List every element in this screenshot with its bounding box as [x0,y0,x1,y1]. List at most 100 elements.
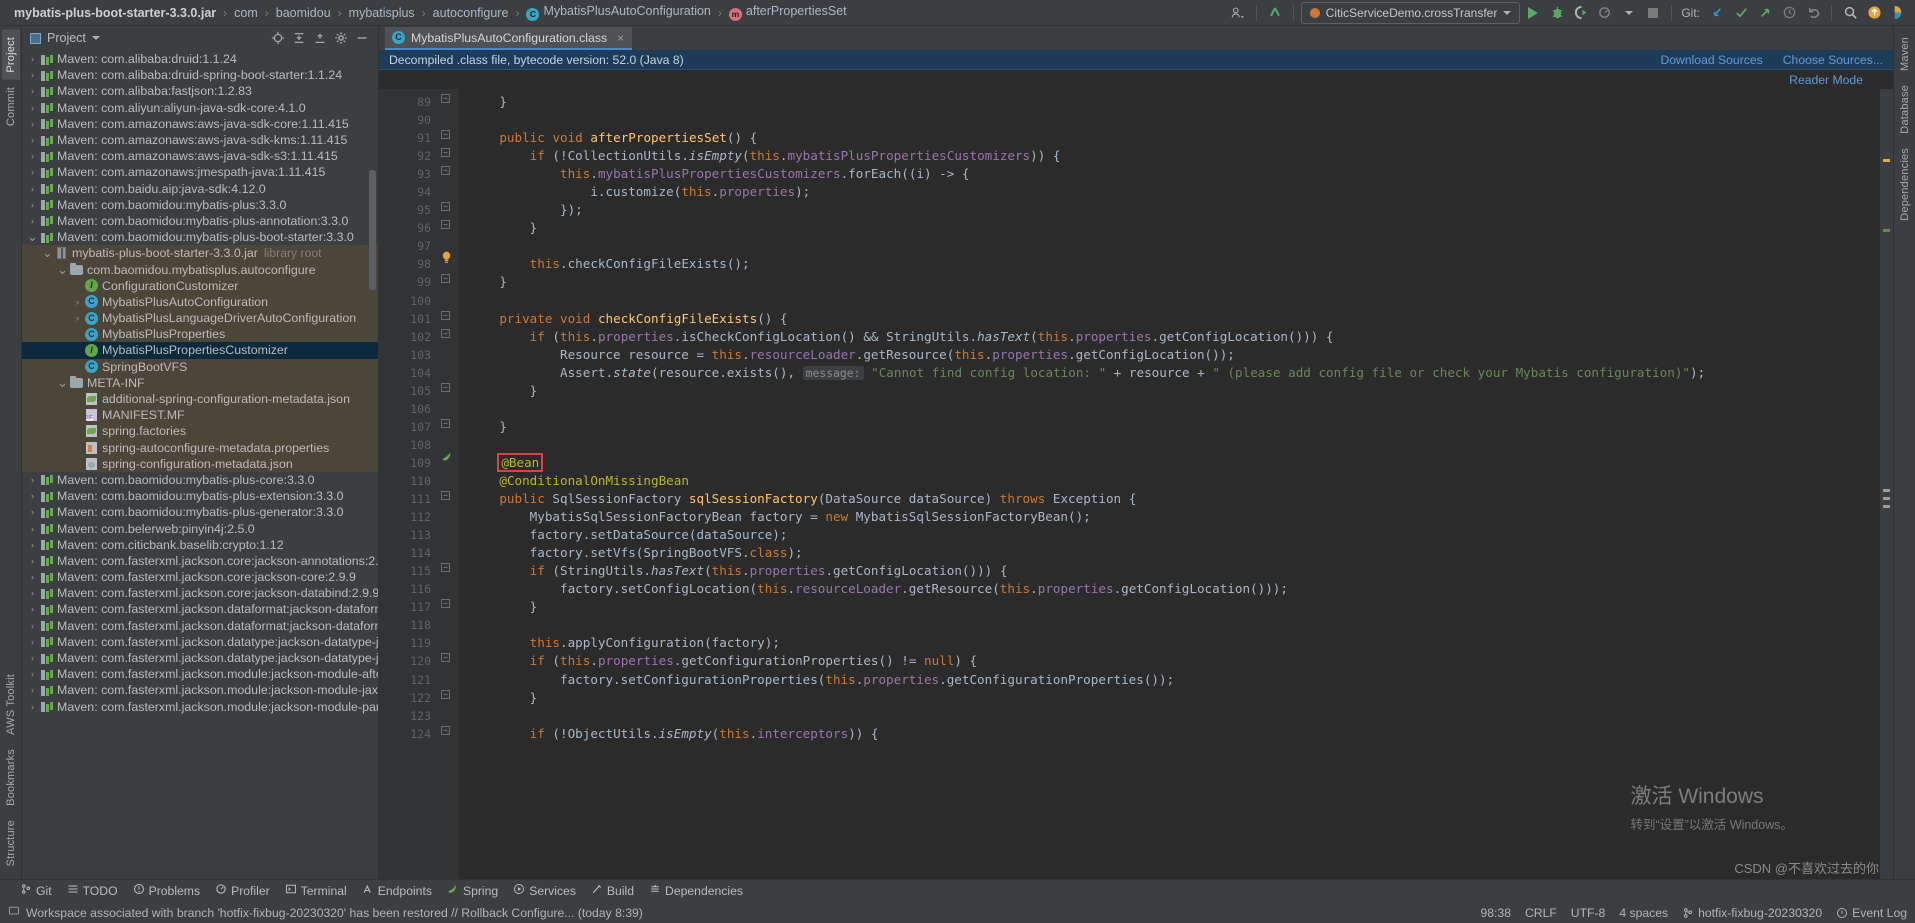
tree-row[interactable]: › Maven: com.baomidou:mybatis-plus-core:3… [22,472,378,488]
close-icon[interactable]: × [617,31,624,45]
code-line[interactable]: if (this.properties.getConfigurationProp… [459,652,1893,670]
chevron-right-icon[interactable]: › [26,540,39,550]
chevron-right-icon[interactable]: › [71,297,84,307]
fold-region[interactable] [437,251,459,269]
fold-toggle-icon[interactable]: − [441,382,450,392]
marker-stripe[interactable] [1880,89,1893,879]
fold-region[interactable] [437,504,459,522]
fold-toggle-icon[interactable]: − [441,148,450,158]
fold-region[interactable] [437,630,459,648]
code-line[interactable]: } [459,273,1893,291]
chevron-down-icon[interactable]: ⌄ [26,230,39,243]
tree-row[interactable]: ›CSpringBootVFS [22,358,378,375]
fold-region[interactable] [437,288,459,306]
fold-toggle-icon[interactable]: − [441,725,450,735]
sidebar-tab-maven[interactable]: Maven [1896,30,1914,78]
fold-region[interactable] [437,612,459,630]
caret-position[interactable]: 98:38 [1480,906,1511,920]
rollback-icon[interactable] [1802,2,1824,24]
run-configuration-selector[interactable]: CiticServiceDemo.crossTransfer [1300,1,1521,24]
run-with-coverage-icon[interactable] [1570,2,1592,24]
code-line[interactable]: } [459,382,1893,400]
sidebar-tab-bookmarks[interactable]: Bookmarks [2,742,20,813]
tree-row[interactable]: › Maven: com.baomidou:mybatis-plus-genera… [22,504,378,520]
sidebar-tab-project[interactable]: Project [1,30,20,80]
chevron-down-icon[interactable]: ⌄ [56,376,69,389]
tree-row[interactable]: › Maven: com.fasterxml.jackson.core:jacks… [22,553,378,569]
search-everywhere-icon[interactable] [1839,2,1861,24]
fold-region[interactable] [437,522,459,540]
locate-icon[interactable] [270,30,286,46]
fold-region[interactable]: − [437,269,459,287]
tree-row[interactable]: › Maven: com.fasterxml.jackson.module:jac… [22,666,378,682]
chevron-right-icon[interactable]: › [26,556,39,566]
sidebar-tab-database[interactable]: Database [1896,78,1914,141]
tree-row[interactable]: ⌄ com.baomidou.mybatisplus.autoconfigure [22,261,378,278]
project-tree[interactable]: › Maven: com.alibaba:druid:1.1.24 › Maven: … [22,50,378,879]
tree-row[interactable]: ›CMybatisPlusProperties [22,326,378,343]
code-line[interactable]: }); [459,201,1893,219]
breadcrumb-item-6[interactable]: m afterPropertiesSet [723,4,853,21]
breadcrumb-item-3[interactable]: mybatisplus [343,6,421,20]
tree-row[interactable]: › Maven: com.alibaba:druid:1.1.24 [22,51,378,67]
stop-icon[interactable] [1642,2,1664,24]
update-project-icon[interactable] [1706,2,1728,24]
code-line[interactable]: } [459,93,1893,111]
chevron-right-icon[interactable]: › [26,637,39,647]
chevron-right-icon[interactable]: › [26,70,39,80]
fold-region[interactable]: − [437,143,459,161]
chevron-right-icon[interactable]: › [26,119,39,129]
tree-row[interactable]: › Maven: com.baidu.aip:java-sdk:4.12.0 [22,181,378,197]
tree-row[interactable]: › Maven: com.baomidou:mybatis-plus:3.3.0 [22,197,378,213]
chevron-right-icon[interactable]: › [26,475,39,485]
tree-row[interactable]: › Maven: com.fasterxml.jackson.datatype:j… [22,634,378,650]
bottom-tab-services[interactable]: Services [513,883,576,898]
bottom-tab-todo[interactable]: TODO [67,883,118,898]
fold-region[interactable]: − [437,215,459,233]
fold-region[interactable] [437,540,459,558]
tree-row[interactable]: ›MANIFEST.MF [22,407,378,424]
chevron-right-icon[interactable]: › [26,685,39,695]
chevron-down-icon[interactable] [1618,2,1640,24]
tree-row[interactable]: › Maven: com.fasterxml.jackson.datatype:j… [22,650,378,666]
fold-region[interactable]: − [437,197,459,215]
line-separator[interactable]: CRLF [1525,906,1557,920]
tree-row[interactable]: ›spring.factories [22,423,378,440]
code-line[interactable]: Resource resource = this.resourceLoader.… [459,346,1893,364]
bottom-tab-profiler[interactable]: Profiler [215,883,270,898]
fold-region[interactable]: − [437,89,459,107]
updates-arrow-icon[interactable] [1264,2,1286,24]
bottom-tab-problems[interactable]: Problems [133,883,200,898]
misc-marker[interactable] [1883,497,1890,500]
expand-all-icon[interactable] [291,30,307,46]
fold-region[interactable]: − [437,558,459,576]
fold-region[interactable]: − [437,685,459,703]
tree-row[interactable]: › Maven: com.fasterxml.jackson.module:jac… [22,699,378,715]
fold-toggle-icon[interactable]: − [441,328,450,338]
warning-marker[interactable] [1883,159,1890,162]
sidebar-tab-aws-toolkit[interactable]: AWS Toolkit [2,667,20,742]
chevron-right-icon[interactable]: › [26,702,39,712]
breadcrumb-item-2[interactable]: baomidou [270,6,337,20]
choose-sources-link[interactable]: Choose Sources... [1783,53,1883,67]
chevron-down-icon[interactable]: ⌄ [41,246,54,259]
fold-toggle-icon[interactable]: − [441,220,450,230]
spring-bean-marker-icon[interactable] [441,452,453,466]
code-line[interactable]: i.customize(this.properties); [459,183,1893,201]
chevron-right-icon[interactable]: › [26,621,39,631]
tree-row[interactable]: › Maven: com.baomidou:mybatis-plus-extens… [22,488,378,504]
fold-region[interactable] [437,107,459,125]
fold-region[interactable]: − [437,125,459,143]
chevron-right-icon[interactable]: › [26,167,39,177]
profiler-icon[interactable] [1594,2,1616,24]
chevron-right-icon[interactable]: › [26,151,39,161]
tree-row[interactable]: › Maven: com.baomidou:mybatis-plus-annota… [22,213,378,229]
ide-icon[interactable] [1887,2,1909,24]
code-line[interactable]: public SqlSessionFactory sqlSessionFacto… [459,490,1893,508]
fold-toggle-icon[interactable]: − [441,166,450,176]
tree-row[interactable]: › Maven: com.amazonaws:aws-java-sdk-s3:1.… [22,148,378,164]
code-line[interactable]: Assert.state(resource.exists(), message:… [459,364,1893,382]
tree-row[interactable]: › Maven: com.fasterxml.jackson.module:jac… [22,682,378,698]
chevron-down-icon[interactable]: ⌄ [56,263,69,276]
sidebar-tab-structure[interactable]: Structure [2,813,20,873]
